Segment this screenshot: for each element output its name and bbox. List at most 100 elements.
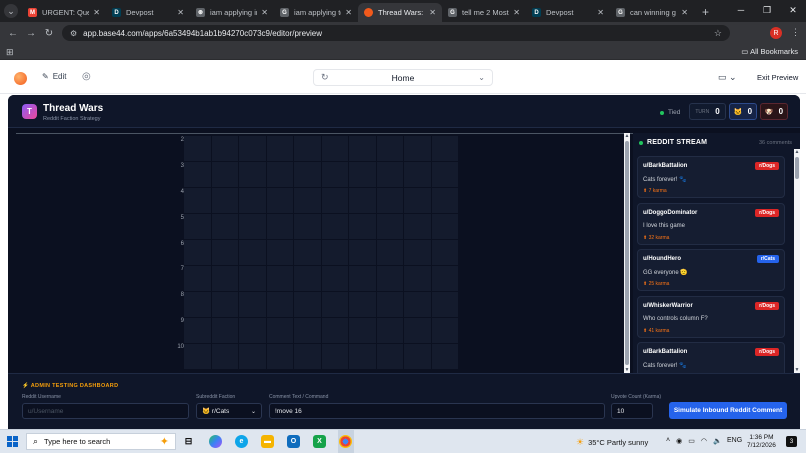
grid-cell[interactable] bbox=[239, 188, 266, 213]
grid-cell[interactable] bbox=[404, 266, 431, 291]
grid-cell[interactable] bbox=[321, 344, 348, 369]
grid-cell[interactable] bbox=[294, 266, 321, 291]
url-text[interactable]: app.base44.com/apps/6a53494b1ab1b94270c0… bbox=[83, 29, 322, 38]
scroll-thumb[interactable] bbox=[795, 157, 799, 179]
grid-cell[interactable] bbox=[184, 240, 211, 265]
close-tab-icon[interactable]: ✕ bbox=[681, 8, 688, 17]
grid-cell[interactable] bbox=[266, 344, 293, 369]
grid-cell[interactable] bbox=[404, 214, 431, 239]
grid-cell[interactable] bbox=[376, 136, 403, 161]
grid-cell[interactable] bbox=[431, 292, 458, 317]
language-indicator[interactable]: ENG bbox=[727, 437, 742, 444]
grid-cell[interactable] bbox=[266, 188, 293, 213]
grid-cell[interactable] bbox=[211, 344, 238, 369]
grid-cell[interactable] bbox=[266, 292, 293, 317]
browser-tab[interactable]: ⊛ iam applying in ✕ bbox=[190, 3, 274, 22]
back-icon[interactable]: ← bbox=[4, 28, 22, 39]
grid-cell[interactable] bbox=[184, 318, 211, 343]
copilot-icon[interactable] bbox=[209, 435, 222, 448]
grid-cell[interactable] bbox=[294, 162, 321, 187]
profile-avatar[interactable]: R bbox=[770, 27, 782, 39]
grid-cell[interactable] bbox=[431, 214, 458, 239]
grid-cell[interactable] bbox=[431, 162, 458, 187]
bookmark-star-icon[interactable]: ☆ bbox=[714, 28, 722, 39]
grid-cell[interactable] bbox=[211, 240, 238, 265]
grid-cell[interactable] bbox=[211, 162, 238, 187]
grid-cell[interactable] bbox=[294, 188, 321, 213]
grid-cell[interactable] bbox=[349, 136, 376, 161]
base44-logo[interactable] bbox=[14, 72, 27, 85]
grid-cell[interactable] bbox=[184, 214, 211, 239]
grid-cell[interactable] bbox=[239, 266, 266, 291]
maximize-icon[interactable]: ❐ bbox=[754, 0, 780, 20]
network-icon[interactable]: ◉ bbox=[676, 437, 682, 445]
comment-input[interactable] bbox=[269, 403, 605, 419]
grid-cell[interactable] bbox=[376, 162, 403, 187]
browser-tab[interactable]: Gtell me 2 Most p ✕ bbox=[442, 3, 526, 22]
grid-cell[interactable] bbox=[431, 266, 458, 291]
grid-cell[interactable] bbox=[404, 240, 431, 265]
grid-cell[interactable] bbox=[349, 240, 376, 265]
browser-tab[interactable]: D Devpost ✕ bbox=[526, 3, 610, 22]
close-window-icon[interactable]: ✕ bbox=[780, 0, 806, 20]
close-tab-icon[interactable]: ✕ bbox=[177, 8, 184, 17]
grid-cell[interactable] bbox=[266, 136, 293, 161]
grid-cell[interactable] bbox=[239, 292, 266, 317]
grid-cell[interactable] bbox=[431, 318, 458, 343]
grid-cell[interactable] bbox=[266, 266, 293, 291]
grid-cell[interactable] bbox=[321, 188, 348, 213]
chevron-up-icon[interactable]: ˄ bbox=[666, 437, 670, 445]
grid-cell[interactable] bbox=[294, 344, 321, 369]
grid-cell[interactable] bbox=[349, 344, 376, 369]
browser-tab[interactable]: Gcan winning g Pr ✕ bbox=[610, 3, 694, 22]
grid-cell[interactable] bbox=[349, 318, 376, 343]
taskbar-search[interactable]: ⌕ Type here to search ✦ bbox=[26, 433, 176, 450]
browser-tab[interactable]: D Devpost ✕ bbox=[106, 3, 190, 22]
exit-preview-button[interactable]: Exit Preview bbox=[757, 73, 798, 82]
grid-cell[interactable] bbox=[376, 318, 403, 343]
grid-cell[interactable] bbox=[184, 136, 211, 161]
grid-cell[interactable] bbox=[376, 292, 403, 317]
grid-cell[interactable] bbox=[239, 214, 266, 239]
grid-cell[interactable] bbox=[239, 240, 266, 265]
grid-cell[interactable] bbox=[321, 266, 348, 291]
upvote-input[interactable] bbox=[611, 403, 653, 419]
grid-cell[interactable] bbox=[376, 214, 403, 239]
close-tab-icon[interactable]: ✕ bbox=[93, 8, 100, 17]
grid-cell[interactable] bbox=[349, 266, 376, 291]
grid-cell[interactable] bbox=[184, 188, 211, 213]
edge-icon[interactable]: e bbox=[235, 435, 248, 448]
site-info-icon[interactable]: ⚙ bbox=[70, 29, 77, 38]
browser-tab[interactable]: M URGENT: Query✕ bbox=[22, 3, 106, 22]
close-tab-icon[interactable]: ✕ bbox=[345, 8, 352, 17]
grid-cell[interactable] bbox=[404, 136, 431, 161]
page-selector[interactable]: ↻ Home ⌄ bbox=[313, 69, 493, 86]
grid-cell[interactable] bbox=[431, 136, 458, 161]
grid-cell[interactable] bbox=[266, 214, 293, 239]
grid-cell[interactable] bbox=[184, 292, 211, 317]
browser-tab[interactable]: Thread Wars: Re ✕ bbox=[358, 3, 442, 22]
grid-cell[interactable] bbox=[239, 162, 266, 187]
grid-cell[interactable] bbox=[349, 162, 376, 187]
grid-cell[interactable] bbox=[349, 188, 376, 213]
grid-cell[interactable] bbox=[294, 136, 321, 161]
grid-cell[interactable] bbox=[349, 214, 376, 239]
grid-cell[interactable] bbox=[211, 136, 238, 161]
username-input[interactable] bbox=[22, 403, 189, 419]
omnibox[interactable]: ⚙ app.base44.com/apps/6a53494b1ab1b94270… bbox=[62, 25, 730, 41]
chrome-icon[interactable] bbox=[339, 435, 352, 448]
clock[interactable]: 1:36 PM 7/12/2026 bbox=[747, 434, 776, 450]
grid-cell[interactable] bbox=[184, 266, 211, 291]
wifi-icon[interactable]: ◠ bbox=[701, 437, 707, 445]
grid-cell[interactable] bbox=[294, 240, 321, 265]
stream-scrollbar[interactable]: ▲ ▼ bbox=[794, 149, 800, 373]
grid-cell[interactable] bbox=[431, 188, 458, 213]
grid-cell[interactable] bbox=[431, 344, 458, 369]
task-view-icon[interactable]: ⊟ bbox=[182, 435, 195, 448]
excel-icon[interactable]: X bbox=[313, 435, 326, 448]
grid-cell[interactable] bbox=[239, 344, 266, 369]
grid-cell[interactable] bbox=[376, 266, 403, 291]
grid-cell[interactable] bbox=[294, 214, 321, 239]
browser-menu-icon[interactable]: ⋮ bbox=[791, 27, 800, 38]
grid-cell[interactable] bbox=[404, 292, 431, 317]
